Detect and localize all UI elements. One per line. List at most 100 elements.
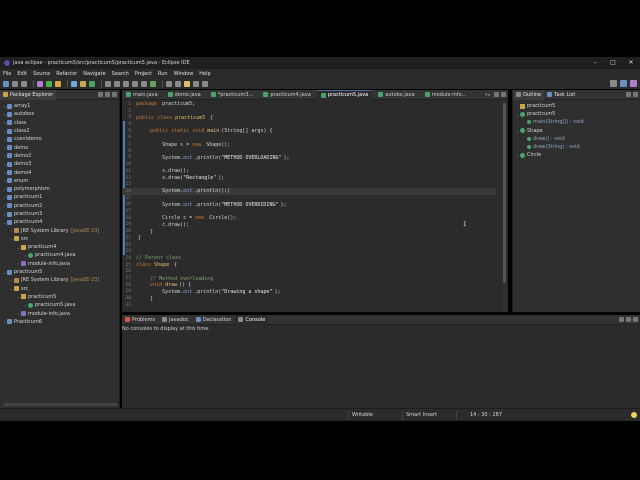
external-tools-icon[interactable] (55, 80, 61, 87)
new-class-icon[interactable] (89, 80, 95, 87)
code-line[interactable]: 30 } (122, 295, 496, 302)
code-line[interactable]: 2 (122, 108, 496, 115)
tree-item[interactable]: › module-info.java (0, 309, 119, 317)
code-line[interactable]: 26 (122, 269, 496, 276)
code-line[interactable]: 28 void draw() { (122, 282, 496, 289)
close-button[interactable]: ✕ (622, 57, 640, 69)
code-line[interactable]: 12 s.draw("Rectangle"); (122, 175, 496, 182)
editor-tab[interactable]: practicum4.java (259, 90, 314, 100)
tree-item[interactable]: › practicum3 (0, 210, 119, 218)
back-icon[interactable] (193, 80, 199, 87)
toggle-mark-icon[interactable] (123, 80, 129, 87)
outline-item[interactable]: main(String[]) : void (513, 118, 640, 126)
tree-item[interactable]: › JRE System Library [JavaSE-23] (0, 276, 119, 284)
tab-javadoc[interactable]: Javadoc (159, 315, 192, 325)
minimize-view-icon[interactable] (112, 92, 117, 97)
debug-icon[interactable] (37, 80, 43, 87)
outline-item[interactable]: ⌄ Shape (513, 127, 640, 135)
tree-item[interactable]: › practicum2 (0, 202, 119, 210)
code-line[interactable]: 24// Parent class (122, 255, 496, 262)
code-line[interactable]: 19 c.draw(); (122, 222, 496, 229)
run-icon[interactable] (46, 80, 52, 87)
tree-item[interactable]: ⌄ src (0, 235, 119, 243)
search-icon[interactable] (114, 80, 120, 87)
code-area[interactable]: I 1 package practicum5; 2 3 public class pra… (122, 101, 508, 312)
tree-item[interactable]: ⌄ practicum4 (0, 218, 119, 226)
menu-help[interactable]: Help (199, 71, 210, 77)
code-line[interactable]: 3 public class practicum5 { (122, 114, 496, 121)
tree-item[interactable]: › Practicum6 (0, 318, 119, 326)
insert-mode-status[interactable]: Smart Insert (402, 411, 456, 420)
code-line[interactable]: 9 System.out .println("METHOD OVERLOADING… (122, 155, 496, 162)
next-annotation-icon[interactable] (166, 80, 172, 87)
tree-item[interactable]: › practicum5.java (0, 301, 119, 309)
last-edit-icon[interactable] (184, 80, 190, 87)
tree-item[interactable]: › demo2 (0, 152, 119, 160)
code-line[interactable]: 6 (122, 135, 496, 142)
search-icon[interactable] (610, 80, 617, 87)
code-line[interactable]: 27 // Method overloading (122, 275, 496, 282)
lightbulb-icon[interactable] (631, 412, 637, 418)
view-menu-icon[interactable] (626, 92, 631, 97)
tree-item[interactable]: ⌄ practicum4 (0, 243, 119, 251)
outline-item[interactable]: practicum5 (513, 102, 640, 110)
code-line[interactable]: 29 System.out .println("Drawing a shape")… (122, 289, 496, 296)
horizontal-scrollbar[interactable] (4, 403, 118, 406)
tree-item[interactable]: ⌄ practicum5 (0, 268, 119, 276)
word-wrap-icon[interactable] (132, 80, 138, 87)
menu-search[interactable]: Search (112, 71, 129, 77)
tab-overflow-button[interactable]: »₈ (485, 90, 490, 100)
menu-navigate[interactable]: Navigate (83, 71, 105, 77)
tree-item[interactable]: › module-info.java (0, 260, 119, 268)
tab-task-list[interactable]: Task List (544, 90, 578, 100)
code-line[interactable]: 18 Circle c = new Circle(); (122, 215, 496, 222)
code-line[interactable]: 14 System.out .println();| (122, 188, 496, 195)
save-all-icon[interactable] (21, 80, 27, 87)
editor-tab[interactable]: main.java (122, 90, 162, 100)
open-type-icon[interactable] (105, 80, 111, 87)
outline-item[interactable]: ⌄ practicum5 (513, 110, 640, 118)
outline-item[interactable]: draw(String) : void (513, 143, 640, 151)
new-package-icon[interactable] (80, 80, 86, 87)
previous-annotation-icon[interactable] (175, 80, 181, 87)
minimize-view-icon[interactable] (633, 317, 638, 322)
code-line[interactable]: 8 (122, 148, 496, 155)
code-line[interactable]: 1 package practicum5; (122, 101, 496, 108)
menu-window[interactable]: Window (174, 71, 194, 77)
code-line[interactable]: 10 (122, 161, 496, 168)
show-whitespace-icon[interactable] (150, 80, 156, 87)
minimize-editor-icon[interactable] (494, 92, 499, 97)
tree-item[interactable]: ⌄ src (0, 285, 119, 293)
debug-perspective-icon[interactable] (630, 80, 637, 87)
outline-item[interactable]: › Circle (513, 151, 640, 159)
tree-item[interactable]: › JRE System Library [JavaSE-23] (0, 226, 119, 234)
tree-item[interactable]: › polymorphism (0, 185, 119, 193)
collapse-all-icon[interactable] (98, 92, 103, 97)
tree-item[interactable]: › demo (0, 143, 119, 151)
code-line[interactable]: 15 (122, 195, 496, 202)
maximize-editor-icon[interactable] (501, 92, 506, 97)
code-line[interactable]: 11 s.draw(); (122, 168, 496, 175)
view-menu-icon[interactable] (105, 92, 110, 97)
open-console-icon[interactable] (619, 317, 624, 322)
tree-item[interactable]: › practicum4.java (0, 251, 119, 259)
menu-source[interactable]: Source (33, 71, 50, 77)
block-selection-icon[interactable] (141, 80, 147, 87)
forward-icon[interactable] (202, 80, 208, 87)
code-line[interactable]: 25 class Shape { (122, 262, 496, 269)
menu-edit[interactable]: Edit (17, 71, 27, 77)
view-menu-icon[interactable] (626, 317, 631, 322)
tree-item[interactable]: › demo3 (0, 160, 119, 168)
editor-tab[interactable]: module-info... (421, 90, 471, 100)
new-icon[interactable] (3, 80, 9, 87)
code-line[interactable]: 20 } (122, 228, 496, 235)
tree-item[interactable]: › autobox (0, 110, 119, 118)
vertical-scrollbar[interactable] (502, 101, 507, 312)
minimize-view-icon[interactable] (633, 92, 638, 97)
editor-tab[interactable]: demo.java (164, 90, 205, 100)
tree-item[interactable]: › practicum1 (0, 193, 119, 201)
menu-project[interactable]: Project (135, 71, 152, 77)
tab-console[interactable]: Console (235, 314, 269, 325)
tab-problems[interactable]: Problems (122, 315, 158, 325)
menu-refactor[interactable]: Refactor (56, 71, 77, 77)
